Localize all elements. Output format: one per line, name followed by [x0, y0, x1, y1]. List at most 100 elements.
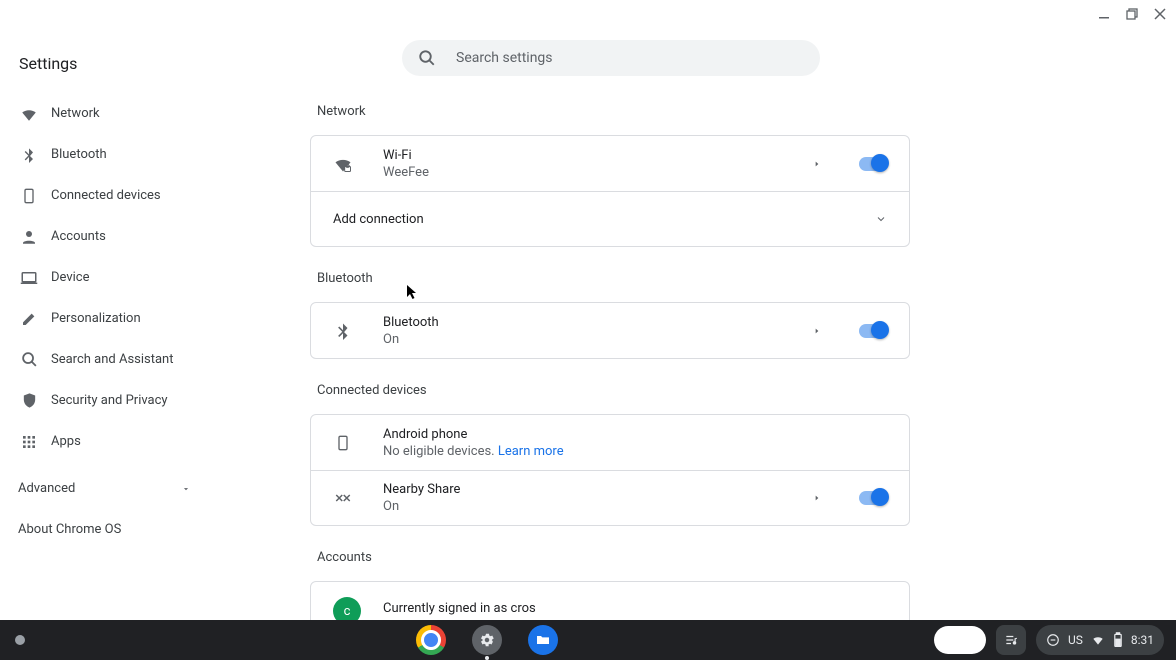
sidebar: Settings Network Bluetooth Connected dev…: [0, 44, 210, 537]
shelf-pill[interactable]: [934, 626, 986, 654]
shelf-music-button[interactable]: [996, 625, 1026, 655]
sidebar-item-label: Connected devices: [51, 188, 161, 203]
nearby-share-toggle[interactable]: [859, 491, 887, 505]
folder-icon: [528, 625, 558, 655]
phone-icon: [333, 434, 353, 452]
sidebar-item-security-privacy[interactable]: Security and Privacy: [0, 380, 210, 421]
sidebar-item-bluetooth[interactable]: Bluetooth: [0, 134, 210, 175]
shelf-files[interactable]: [525, 622, 561, 658]
search-input[interactable]: [456, 50, 804, 66]
bluetooth-title: Bluetooth: [383, 315, 813, 330]
wifi-icon: [19, 104, 39, 124]
window-controls: [1098, 8, 1166, 20]
sidebar-item-label: Device: [51, 270, 90, 285]
learn-more-link[interactable]: Learn more: [498, 444, 564, 459]
minimize-icon[interactable]: [1098, 8, 1110, 20]
shield-icon: [19, 391, 39, 411]
wifi-row[interactable]: Wi-Fi WeeFee: [311, 136, 909, 191]
shelf-chrome[interactable]: [413, 622, 449, 658]
sidebar-item-apps[interactable]: Apps: [0, 421, 210, 462]
shelf-status: US 8:31: [934, 625, 1176, 655]
wifi-secure-icon: [333, 154, 353, 174]
network-card: Wi-Fi WeeFee Add connection: [310, 135, 910, 247]
wifi-row-text: Wi-Fi WeeFee: [383, 148, 813, 180]
page-title: Settings: [0, 44, 210, 93]
sidebar-about[interactable]: About Chrome OS: [0, 508, 210, 537]
pencil-icon: [19, 309, 39, 329]
launcher-icon: [15, 635, 25, 645]
shelf: US 8:31: [0, 620, 1176, 660]
bluetooth-row[interactable]: Bluetooth On: [311, 303, 909, 358]
shelf-settings[interactable]: [469, 622, 505, 658]
sidebar-item-accounts[interactable]: Accounts: [0, 216, 210, 257]
sidebar-advanced-label: Advanced: [18, 481, 75, 496]
chevron-right-icon: [813, 326, 821, 336]
ime-indicator: US: [1068, 633, 1083, 647]
chevron-down-icon: [875, 213, 887, 225]
search-bar[interactable]: [402, 40, 820, 76]
connected-devices-card: Android phone No eligible devices. Learn…: [310, 414, 910, 526]
nearby-share-subtitle: On: [383, 499, 813, 514]
sidebar-item-label: Accounts: [51, 229, 106, 244]
sidebar-item-device[interactable]: Device: [0, 257, 210, 298]
sidebar-item-label: Search and Assistant: [51, 352, 174, 367]
wifi-status-icon: [1091, 633, 1105, 647]
bluetooth-subtitle: On: [383, 332, 813, 347]
wifi-title: Wi-Fi: [383, 148, 813, 163]
wifi-subtitle: WeeFee: [383, 165, 813, 180]
nearby-share-text: Nearby Share On: [383, 482, 813, 514]
status-tray[interactable]: US 8:31: [1036, 625, 1164, 655]
sidebar-item-personalization[interactable]: Personalization: [0, 298, 210, 339]
shelf-apps: [40, 622, 934, 658]
launcher-button[interactable]: [0, 635, 40, 645]
nearby-share-row[interactable]: Nearby Share On: [311, 470, 909, 525]
bluetooth-row-text: Bluetooth On: [383, 315, 813, 347]
sidebar-item-search-assistant[interactable]: Search and Assistant: [0, 339, 210, 380]
section-title-network: Network: [317, 104, 910, 119]
gear-icon: [472, 625, 502, 655]
sidebar-item-label: Bluetooth: [51, 147, 107, 162]
bluetooth-icon: [333, 322, 353, 340]
restore-icon[interactable]: [1126, 8, 1138, 20]
phone-icon: [19, 186, 39, 206]
section-title-bluetooth: Bluetooth: [317, 271, 910, 286]
bluetooth-icon: [19, 145, 39, 165]
sidebar-item-connected-devices[interactable]: Connected devices: [0, 175, 210, 216]
nearby-share-title: Nearby Share: [383, 482, 813, 497]
android-phone-row[interactable]: Android phone No eligible devices. Learn…: [311, 415, 909, 470]
chevron-right-icon: [813, 493, 821, 503]
search-icon: [418, 49, 436, 67]
person-icon: [19, 227, 39, 247]
main-content: Network Wi-Fi WeeFee Add connection Blue…: [310, 40, 910, 651]
close-icon[interactable]: [1154, 8, 1166, 20]
clock: 8:31: [1131, 633, 1154, 647]
sidebar-item-label: Security and Privacy: [51, 393, 168, 408]
battery-status-icon: [1113, 632, 1123, 648]
laptop-icon: [19, 268, 39, 288]
search-icon: [19, 350, 39, 370]
no-notifications-icon: [1046, 633, 1060, 647]
android-phone-title: Android phone: [383, 427, 887, 442]
apps-grid-icon: [19, 432, 39, 452]
section-title-accounts: Accounts: [317, 550, 910, 565]
wifi-toggle[interactable]: [859, 157, 887, 171]
bluetooth-card: Bluetooth On: [310, 302, 910, 359]
sidebar-about-label: About Chrome OS: [18, 522, 121, 537]
sidebar-item-label: Apps: [51, 434, 81, 449]
add-connection-label: Add connection: [333, 212, 875, 227]
nearby-share-icon: [333, 489, 353, 507]
sidebar-advanced[interactable]: Advanced: [0, 468, 210, 508]
chevron-down-icon: [181, 479, 191, 498]
sidebar-item-label: Network: [51, 106, 100, 121]
bluetooth-toggle[interactable]: [859, 324, 887, 338]
sidebar-item-label: Personalization: [51, 311, 141, 326]
add-connection-row[interactable]: Add connection: [311, 191, 909, 246]
accounts-row-text: Currently signed in as cros: [383, 601, 887, 616]
chrome-icon: [416, 625, 446, 655]
sidebar-item-network[interactable]: Network: [0, 93, 210, 134]
chevron-right-icon: [813, 159, 821, 169]
accounts-title: Currently signed in as cros: [383, 601, 887, 616]
android-phone-text: Android phone No eligible devices. Learn…: [383, 427, 887, 459]
section-title-connected-devices: Connected devices: [317, 383, 910, 398]
android-phone-subtitle: No eligible devices. Learn more: [383, 444, 887, 459]
